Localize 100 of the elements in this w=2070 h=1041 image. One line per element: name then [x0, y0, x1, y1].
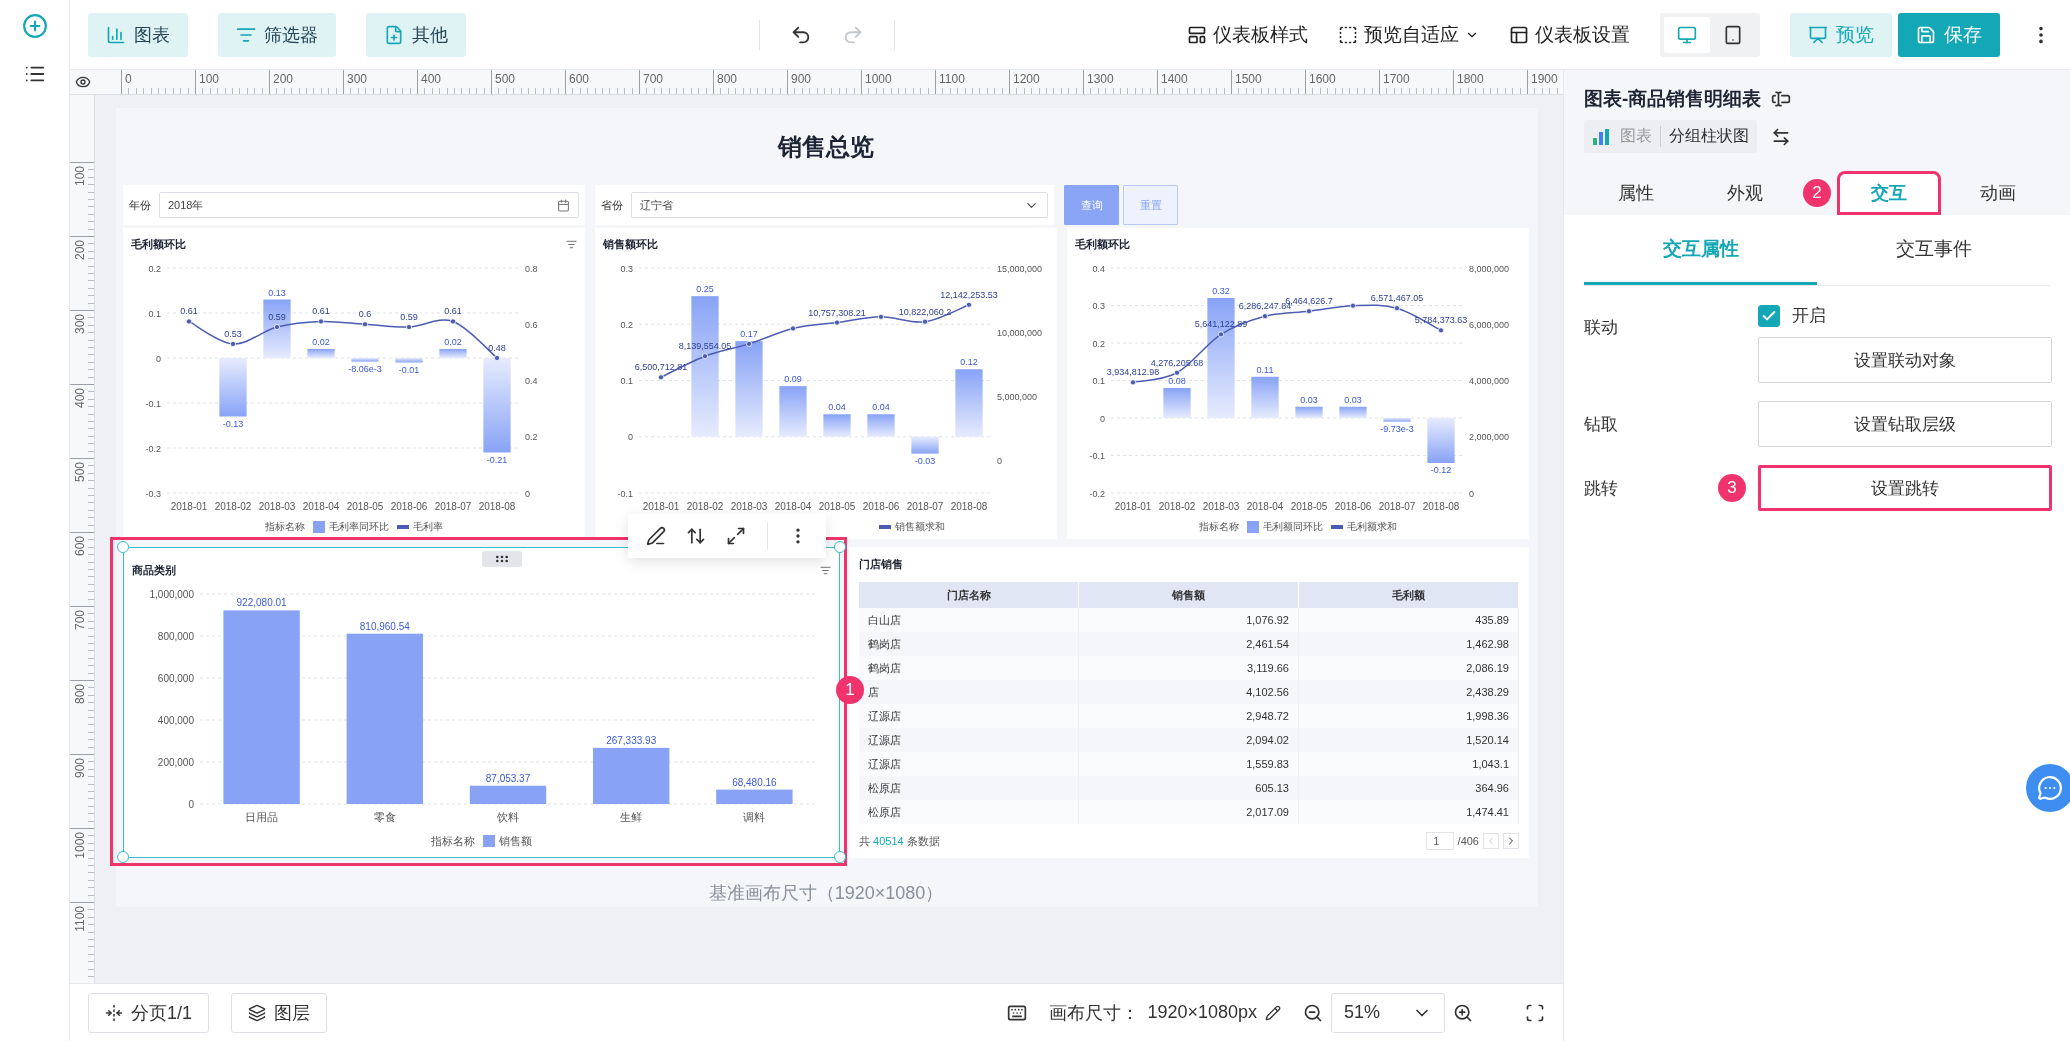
legend-title: 指标名称	[431, 833, 475, 849]
axis-label: 2018-04	[774, 501, 812, 512]
axis-label: -0.1	[1089, 451, 1105, 461]
ruler-label: 300	[343, 70, 417, 94]
table-cell: 鹤岗店	[859, 632, 1079, 656]
table-cell: 辽源店	[859, 752, 1079, 776]
axis-label: 0.4	[1092, 263, 1105, 274]
ruler-label: 1300	[1083, 70, 1157, 94]
axis-label: 0.2	[620, 319, 633, 330]
axis-label: -0.2	[1089, 488, 1105, 499]
axis-label: 15,000,000	[997, 263, 1043, 274]
ruler-label: 600	[73, 536, 87, 557]
axis-label: 2018-02	[1158, 501, 1196, 512]
data-label: 0.13	[268, 287, 286, 298]
ruler-label: 700	[73, 610, 87, 631]
callout-badge: 2	[1803, 179, 1831, 207]
data-label: 0.02	[312, 337, 330, 347]
data-label: 68,480.16	[732, 776, 777, 788]
setting-label: 跳转	[1584, 478, 1618, 500]
axis-label: 2018-02	[214, 501, 252, 512]
axis-label: 5,000,000	[997, 392, 1038, 403]
axis-label: 1,000,000	[149, 588, 194, 600]
data-label: -0.12	[1430, 465, 1452, 475]
ruler-label: 1500	[1231, 70, 1305, 94]
axis-label: 2018-01	[642, 501, 680, 512]
axis-label: 生鲜	[620, 811, 643, 823]
axis-label: 0.3	[620, 263, 633, 274]
axis-label: 2018-03	[730, 501, 768, 512]
ruler-label: 1200	[1009, 70, 1083, 94]
axis-label: 200,000	[157, 756, 194, 768]
ruler-label: 900	[73, 758, 87, 779]
table-cell: 1,076.92	[1079, 608, 1299, 632]
axis-label: 0.4	[525, 376, 538, 386]
data-label: 0.61	[444, 306, 462, 317]
data-label: 0.03	[1344, 394, 1362, 405]
axis-label: 2018-08	[950, 501, 988, 512]
ruler-label: 0	[121, 70, 195, 94]
table-cell: 2,094.02	[1079, 728, 1299, 752]
axis-label: 0.2	[1092, 338, 1105, 349]
legend-item: 销售额	[483, 833, 532, 849]
ruler-label: 1100	[935, 70, 1009, 94]
axis-label: 零食	[373, 811, 396, 823]
page-count: /406	[1457, 835, 1479, 847]
axis-label: 0	[188, 798, 194, 810]
axis-label: 2018-06	[1334, 501, 1372, 512]
axis-label: 6,000,000	[1469, 319, 1510, 330]
ruler-label: 400	[73, 388, 87, 409]
axis-label: 2,000,000	[1469, 432, 1510, 443]
table-cell: 辽源店	[859, 728, 1079, 752]
axis-label: 0.1	[148, 308, 161, 319]
data-label: 0.04	[828, 402, 846, 413]
table-cell: 2,948.72	[1079, 704, 1299, 728]
axis-label: -0.3	[145, 488, 161, 499]
ruler-label: 500	[491, 70, 565, 94]
table-cell: 1,559.83	[1079, 752, 1299, 776]
record-count: 共 40514 条数据	[859, 833, 940, 849]
axis-label: 0.8	[525, 263, 538, 274]
data-label: -0.21	[486, 454, 508, 465]
filter-label: 省份	[601, 197, 623, 213]
ruler-label: 1800	[1453, 70, 1527, 94]
table-cell: 605.13	[1079, 776, 1299, 800]
axis-label: 0	[156, 353, 161, 364]
data-label: 0.04	[872, 402, 890, 413]
axis-label: 2018-07	[906, 501, 944, 512]
axis-label: 0	[1469, 488, 1474, 499]
table-cell: 辽源店	[859, 704, 1079, 728]
axis-label: 10,000,000	[997, 327, 1043, 338]
axis-label: 调料	[743, 811, 766, 823]
canvas-size: 1920×1080px	[1147, 1002, 1257, 1023]
data-label: 10,757,308.21	[808, 307, 866, 318]
ruler-label: 600	[565, 70, 639, 94]
axis-label: 0.2	[525, 432, 538, 443]
axis-label: 饮料	[497, 811, 519, 823]
data-label: 0.53	[224, 328, 242, 339]
table-cell: 1,998.36	[1299, 704, 1519, 728]
ruler-label: 1000	[861, 70, 935, 94]
ruler-label: 400	[417, 70, 491, 94]
data-label: -0.13	[222, 418, 244, 429]
axis-label: 2018-05	[1290, 501, 1328, 512]
data-label: 0.59	[400, 312, 418, 323]
ruler-label: 100	[73, 166, 87, 187]
setting-label: 联动	[1584, 317, 1618, 339]
dashboard-title: 销售总览	[776, 131, 875, 162]
axis-label: 0.3	[1092, 301, 1105, 311]
table-cell: 白山店	[859, 608, 1079, 632]
ruler-label: 100	[195, 70, 269, 94]
data-label: 87,053.37	[485, 772, 531, 784]
table-cell: 店	[859, 680, 1079, 704]
ruler-label: 500	[73, 462, 87, 483]
table-cell: 1,462.98	[1299, 632, 1519, 656]
axis-label: 0	[1100, 413, 1105, 424]
data-label: 6,571,467.05	[1370, 293, 1424, 304]
axis-label: 2018-03	[258, 501, 296, 512]
axis-label: 0	[997, 456, 1002, 467]
chip-value: 分组柱状图	[1669, 126, 1749, 146]
axis-label: -0.2	[145, 443, 161, 454]
axis-label: 400,000	[157, 714, 194, 726]
data-label: -8.06e-3	[348, 363, 382, 374]
ruler-label: 200	[269, 70, 343, 94]
data-label: 267,333.93	[606, 734, 657, 746]
